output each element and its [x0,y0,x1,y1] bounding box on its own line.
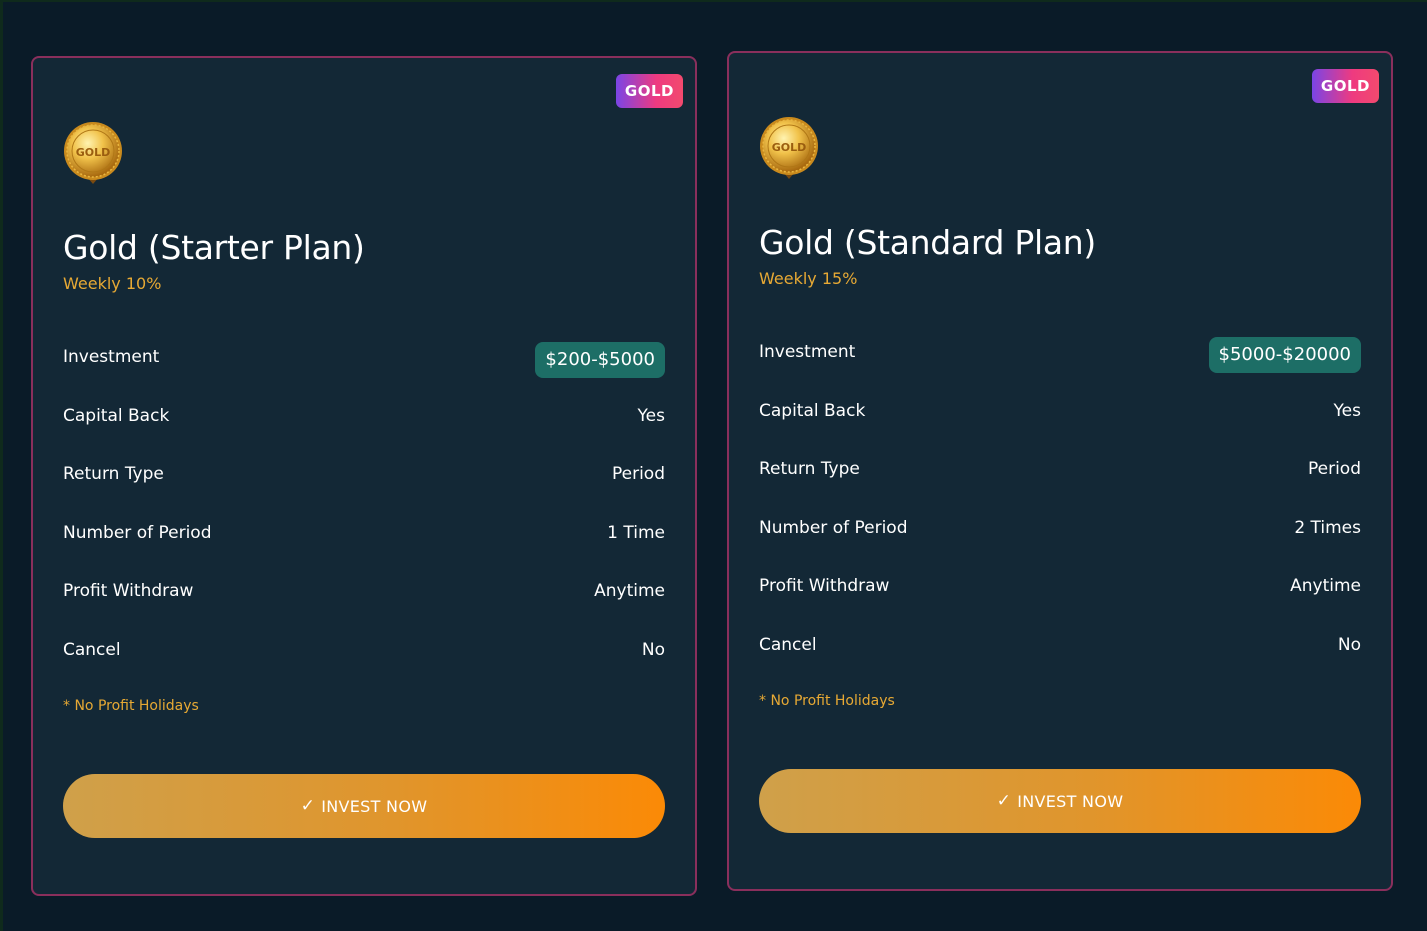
detail-row-number-of-period: Number of Period 2 Times [759,511,1361,570]
plan-badge: GOLD [1311,69,1379,103]
detail-label: Investment [63,347,160,367]
plan-card-starter: GOLD GOLD Gold (Starter Plan) Weekly 10%… [31,56,697,896]
detail-value: Anytime [594,581,665,602]
plan-details: Investment $200-$5000 Capital Back Yes R… [63,340,665,692]
detail-label: Capital Back [759,400,866,421]
detail-label: Number of Period [63,522,212,543]
detail-value: Yes [637,405,665,426]
detail-label: Number of Period [759,517,908,538]
detail-row-cancel: Cancel No [759,628,1361,687]
check-icon: ✓ [996,791,1012,811]
detail-row-return-type: Return Type Period [759,452,1361,511]
detail-value: No [1337,634,1361,655]
plan-note: * No Profit Holidays [63,698,199,714]
detail-row-capital-back: Capital Back Yes [759,394,1361,453]
detail-value: 1 Time [607,522,665,543]
detail-row-cancel: Cancel No [63,633,665,692]
check-icon: ✓ [300,796,316,816]
detail-value: 2 Times [1294,517,1361,538]
detail-label: Cancel [759,634,817,655]
plan-title: Gold (Starter Plan) [63,228,365,267]
detail-row-number-of-period: Number of Period 1 Time [63,516,665,575]
invest-now-button[interactable]: ✓ INVEST NOW [63,774,665,838]
plan-rate: Weekly 10% [63,274,162,293]
medal-text: GOLD [772,141,807,154]
detail-label: Cancel [63,639,121,660]
detail-row-investment: Investment $5000-$20000 [759,335,1361,394]
plan-title: Gold (Standard Plan) [759,223,1096,262]
invest-now-label: INVEST NOW [1017,791,1124,811]
detail-label: Profit Withdraw [759,576,890,597]
investment-range-pill: $200-$5000 [535,342,665,378]
gold-medal-icon: GOLD [64,122,122,184]
plan-card-standard: GOLD GOLD Gold (Standard Plan) Weekly 15… [727,51,1393,891]
invest-now-label: INVEST NOW [321,796,428,816]
detail-row-return-type: Return Type Period [63,457,665,516]
plan-rate: Weekly 15% [759,269,858,288]
detail-row-profit-withdraw: Profit Withdraw Anytime [63,574,665,633]
detail-label: Return Type [759,459,860,480]
plan-badge: GOLD [615,74,683,108]
plan-details: Investment $5000-$20000 Capital Back Yes… [759,335,1361,687]
gold-medal-icon: GOLD [760,117,818,179]
detail-label: Return Type [63,464,164,485]
invest-now-button[interactable]: ✓ INVEST NOW [759,769,1361,833]
medal-text: GOLD [76,146,111,159]
detail-row-investment: Investment $200-$5000 [63,340,665,399]
investment-range-pill: $5000-$20000 [1208,337,1361,373]
detail-value: Anytime [1290,576,1361,597]
detail-row-capital-back: Capital Back Yes [63,399,665,458]
detail-row-profit-withdraw: Profit Withdraw Anytime [759,569,1361,628]
detail-label: Investment [759,342,856,362]
detail-value: Period [1307,459,1361,480]
detail-value: No [641,639,665,660]
detail-label: Capital Back [63,405,170,426]
detail-label: Profit Withdraw [63,581,194,602]
plan-note: * No Profit Holidays [759,693,895,709]
detail-value: Yes [1333,400,1361,421]
detail-value: Period [611,464,665,485]
